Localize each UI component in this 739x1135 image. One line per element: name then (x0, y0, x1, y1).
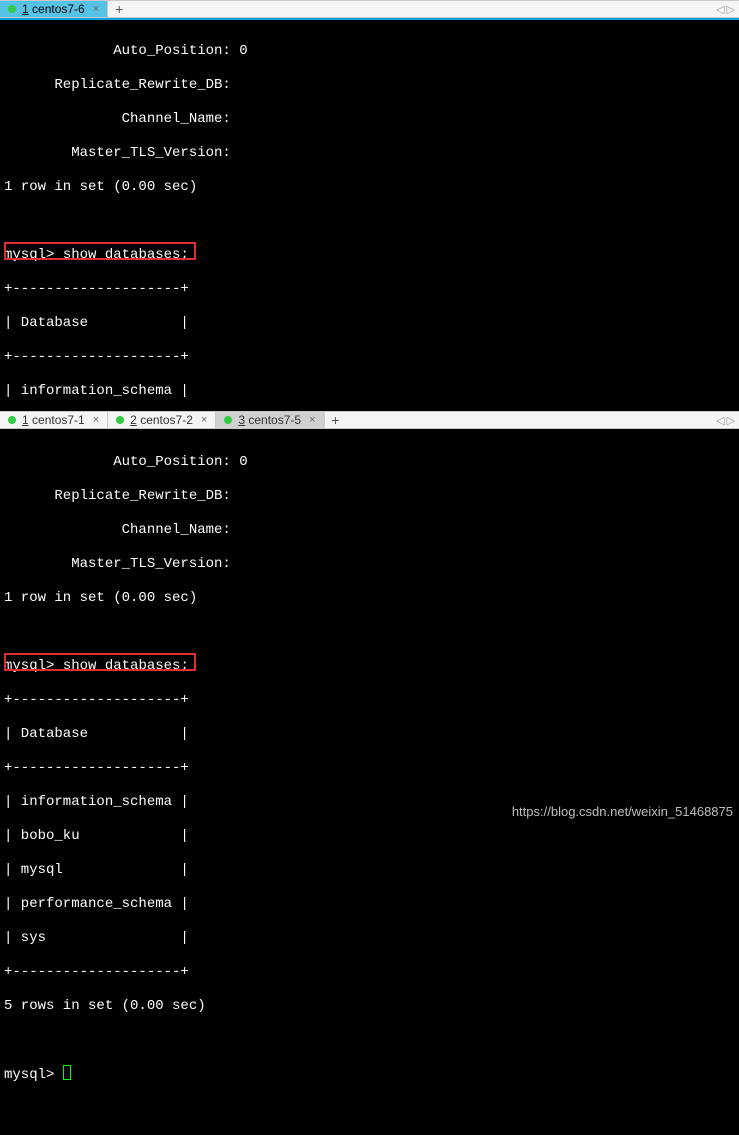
tab-label: 1 centos7-6 (22, 2, 85, 16)
table-sep: +--------------------+ (4, 963, 735, 981)
table-sep: +--------------------+ (4, 280, 735, 298)
prompt-line: mysql> (4, 1065, 735, 1083)
table-row: | bobo_ku | (4, 827, 735, 845)
tab-centos7-6[interactable]: 1 centos7-6 × (0, 1, 108, 17)
table-row: | mysql | (4, 861, 735, 879)
row-summary: 1 row in set (0.00 sec) (4, 589, 735, 607)
tab-label: 2 centos7-2 (130, 413, 193, 427)
row-summary: 5 rows in set (0.00 sec) (4, 997, 735, 1015)
table-header: | Database | (4, 314, 735, 332)
table-row: | sys | (4, 929, 735, 947)
tab-nav-right-icon[interactable]: ▷ (727, 3, 735, 16)
new-tab-button[interactable]: + (325, 412, 347, 428)
status-line: Auto_Position: 0 (4, 453, 735, 471)
tab-label: 1 centos7-1 (22, 413, 85, 427)
status-dot-icon (8, 5, 16, 13)
terminal-pane-bottom: 1 centos7-1 × 2 centos7-2 × 3 centos7-5 … (0, 411, 739, 823)
close-icon[interactable]: × (307, 414, 315, 426)
tab-nav-right-icon[interactable]: ▷ (727, 414, 735, 427)
tab-label: 3 centos7-5 (238, 413, 301, 427)
status-line: Replicate_Rewrite_DB: (4, 487, 735, 505)
status-line: Master_TLS_Version: (4, 555, 735, 573)
new-tab-button[interactable]: + (108, 1, 130, 17)
watermark: https://blog.csdn.net/weixin_51468875 (512, 804, 733, 819)
table-row: | performance_schema | (4, 895, 735, 913)
status-dot-icon (224, 416, 232, 424)
close-icon[interactable]: × (91, 414, 99, 426)
blank-line (4, 212, 735, 230)
tab-centos7-2[interactable]: 2 centos7-2 × (108, 412, 216, 428)
status-line: Replicate_Rewrite_DB: (4, 76, 735, 94)
status-line: Channel_Name: (4, 110, 735, 128)
tab-centos7-1[interactable]: 1 centos7-1 × (0, 412, 108, 428)
table-header: | Database | (4, 725, 735, 743)
terminal-output-bottom[interactable]: Auto_Position: 0 Replicate_Rewrite_DB: C… (0, 429, 739, 1135)
tab-centos7-5[interactable]: 3 centos7-5 × (216, 412, 324, 428)
status-line: Master_TLS_Version: (4, 144, 735, 162)
cursor-icon (63, 1065, 71, 1080)
command-line: mysql> show databases; (4, 657, 735, 675)
command-line: mysql> show databases; (4, 246, 735, 264)
terminal-pane-top: 1 centos7-6 × + ◁ ▷ Auto_Position: 0 Rep… (0, 0, 739, 411)
table-row: | information_schema | (4, 382, 735, 400)
status-dot-icon (8, 416, 16, 424)
tab-nav-left-icon[interactable]: ◁ (716, 3, 724, 16)
table-sep: +--------------------+ (4, 348, 735, 366)
tab-bar-top: 1 centos7-6 × + ◁ ▷ (0, 0, 739, 18)
table-sep: +--------------------+ (4, 759, 735, 777)
row-summary: 1 row in set (0.00 sec) (4, 178, 735, 196)
close-icon[interactable]: × (199, 414, 207, 426)
table-sep: +--------------------+ (4, 691, 735, 709)
close-icon[interactable]: × (91, 3, 99, 15)
blank-line (4, 1031, 735, 1049)
tab-nav-arrows: ◁ ▷ (716, 412, 735, 428)
status-dot-icon (116, 416, 124, 424)
tab-nav-left-icon[interactable]: ◁ (716, 414, 724, 427)
status-line: Auto_Position: 0 (4, 42, 735, 60)
blank-line (4, 623, 735, 641)
status-line: Channel_Name: (4, 521, 735, 539)
tab-nav-arrows: ◁ ▷ (716, 1, 735, 17)
tab-bar-bottom: 1 centos7-1 × 2 centos7-2 × 3 centos7-5 … (0, 411, 739, 429)
